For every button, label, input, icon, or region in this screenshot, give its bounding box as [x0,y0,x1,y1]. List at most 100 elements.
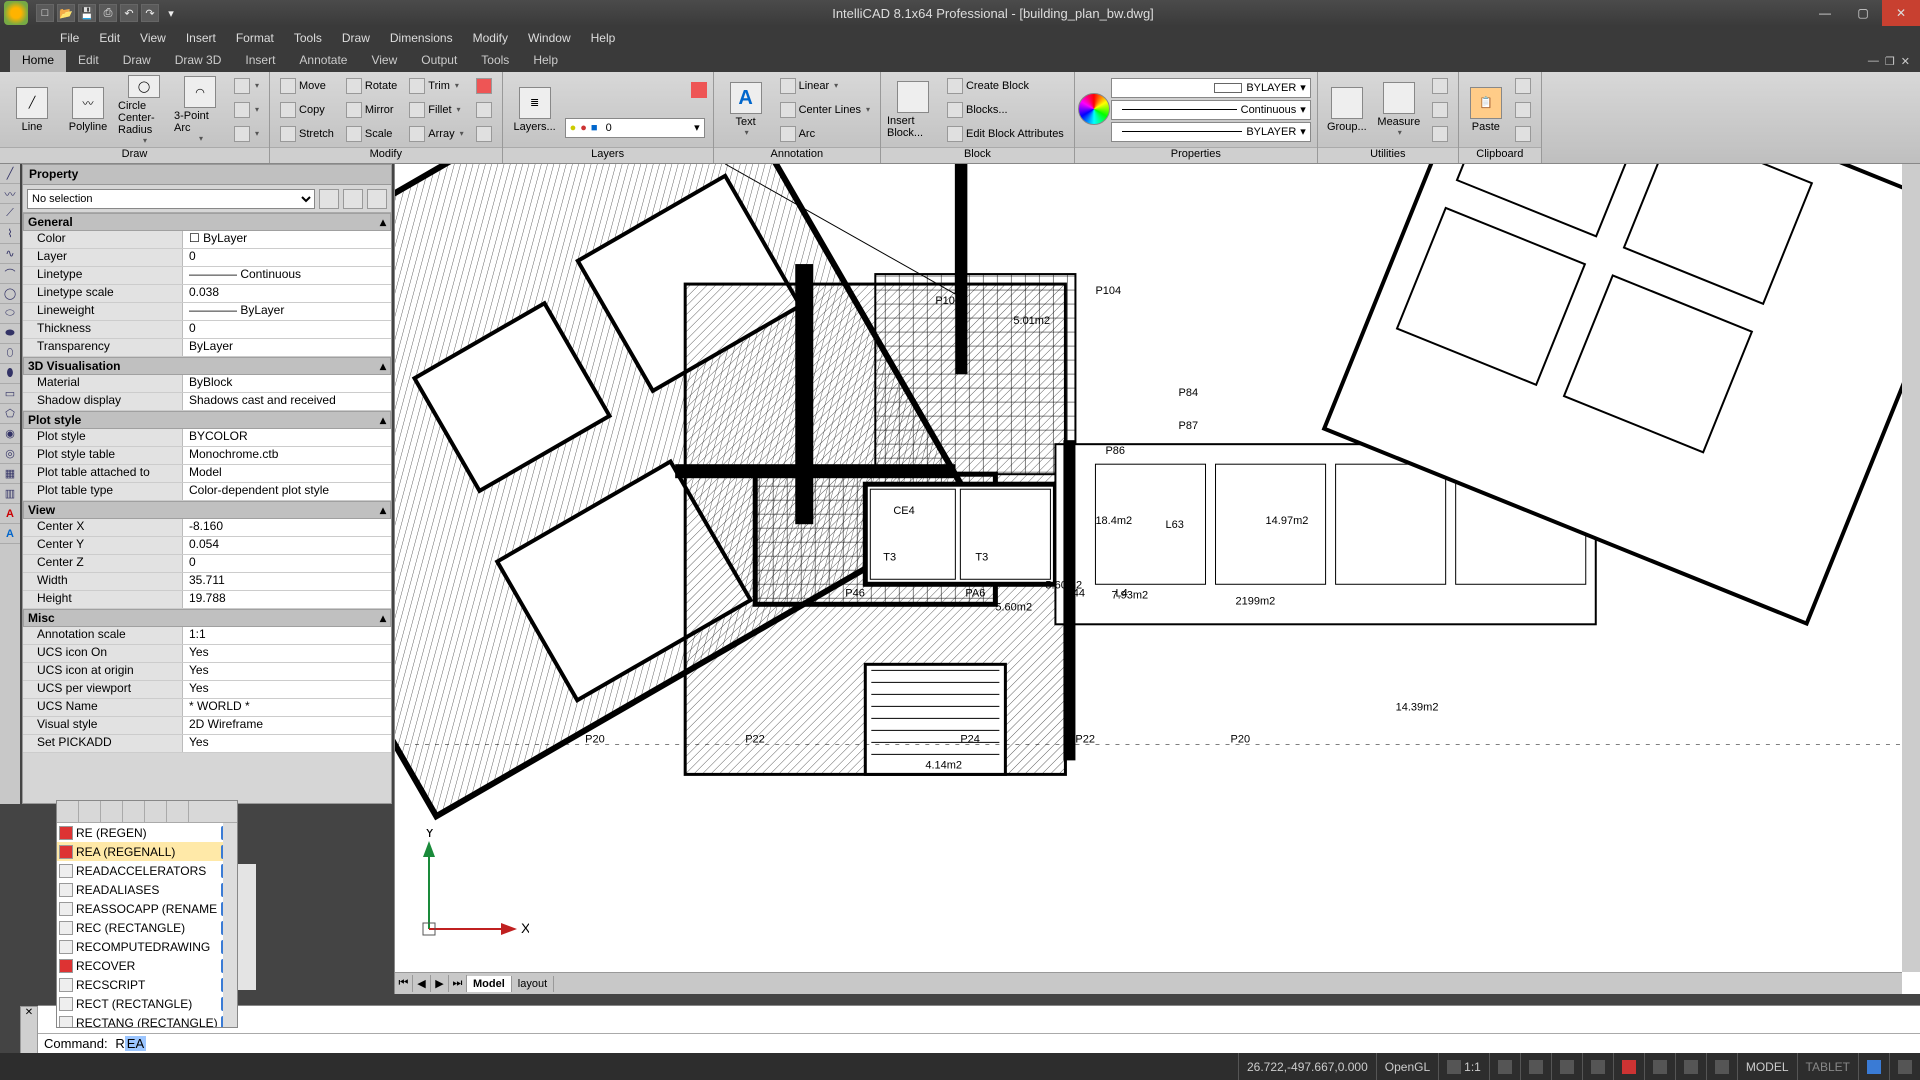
vertical-scrollbar[interactable] [1902,164,1920,972]
command-panel-close-icon[interactable]: ✕ [20,1006,38,1054]
layer-tool-icon[interactable] [601,82,617,98]
layers-button[interactable]: ≣Layers... [509,75,561,145]
property-value[interactable]: ByLayer [183,339,391,356]
menu-insert[interactable]: Insert [176,27,226,49]
maximize-button[interactable]: ▢ [1844,0,1882,26]
model-tab[interactable]: Model [467,976,512,992]
selection-dropdown[interactable]: No selection [27,189,315,209]
prop-tool-icon[interactable] [343,189,363,209]
autocomplete-item[interactable]: RECOVER? [57,956,237,975]
property-value[interactable]: Yes [183,681,391,698]
autocomplete-item[interactable]: RECTANG (RECTANGLE)? [57,1013,237,1027]
status-toggle[interactable] [1644,1053,1675,1080]
property-row[interactable]: Linetype scale0.038 [23,285,391,303]
layer-tool-icon[interactable] [637,82,653,98]
tab-home[interactable]: Home [10,50,66,72]
line-button[interactable]: ╱Line [6,75,58,145]
property-value[interactable]: BYCOLOR [183,429,391,446]
property-value[interactable]: 0 [183,249,391,266]
qat-redo-icon[interactable]: ↷ [141,4,159,22]
tool-icon[interactable]: ▥ [0,484,20,504]
property-value[interactable]: 2D Wireframe [183,717,391,734]
layout-tab[interactable]: layout [512,976,554,992]
property-row[interactable]: Center Y0.054 [23,537,391,555]
property-value[interactable]: 35.711 [183,573,391,590]
tab-tools[interactable]: Tools [469,50,521,72]
layer-tool-icon[interactable] [583,100,599,116]
property-value[interactable]: 0.054 [183,537,391,554]
util-small-2[interactable] [1428,99,1452,121]
tab-insert[interactable]: Insert [233,50,287,72]
property-section-header[interactable]: 3D Visualisation▴ [23,357,391,375]
status-toggle[interactable] [1489,1053,1520,1080]
fillet-button[interactable]: Fillet▾ [405,99,467,121]
autocomplete-item[interactable]: RECOMPUTEDRAWING? [57,937,237,956]
menu-help[interactable]: Help [581,27,626,49]
property-value[interactable]: 0 [183,555,391,572]
property-row[interactable]: Layer0 [23,249,391,267]
linetype-select[interactable]: Continuous▾ [1111,100,1311,120]
property-value[interactable]: Yes [183,663,391,680]
status-render[interactable]: OpenGL [1376,1053,1438,1080]
measure-button[interactable]: Measure▾ [1374,75,1424,145]
qat-more-icon[interactable]: ▾ [162,4,180,22]
tool-icon[interactable]: ⬮ [0,364,20,384]
property-list[interactable]: General▴Color☐ ByLayerLayer0Linetype————… [23,213,391,803]
erase-button[interactable] [472,75,496,97]
edit-block-attr-button[interactable]: Edit Block Attributes [943,123,1068,145]
tab-draw[interactable]: Draw [111,50,163,72]
trim-button[interactable]: Trim▾ [405,75,467,97]
status-toggle[interactable] [1706,1053,1737,1080]
prop-tool-icon[interactable] [367,189,387,209]
mdi-restore-icon[interactable]: ❐ [1885,55,1895,68]
ac-tool-icon[interactable] [79,801,101,823]
tool-icon[interactable]: ▭ [0,384,20,404]
create-block-button[interactable]: Create Block [943,75,1068,97]
status-model[interactable]: MODEL [1737,1053,1797,1080]
property-row[interactable]: Color☐ ByLayer [23,231,391,249]
menu-modify[interactable]: Modify [463,27,518,49]
minimize-button[interactable]: — [1806,0,1844,26]
layer-tool-icon[interactable] [565,100,581,116]
status-scale[interactable]: 1:1 [1438,1053,1489,1080]
property-row[interactable]: Height19.788 [23,591,391,609]
util-small-3[interactable] [1428,123,1452,145]
property-row[interactable]: UCS icon OnYes [23,645,391,663]
layer-tool-icon[interactable] [601,100,617,116]
drawing-canvas[interactable]: P104P108 P84P87P86 L63CE4 T3T3 P46PA6 P4… [394,164,1920,994]
property-value[interactable]: ———— ByLayer [183,303,391,320]
circle-button[interactable]: ◯Circle Center-Radius▾ [118,75,170,145]
blocks-button[interactable]: Blocks... [943,99,1068,121]
status-toggle[interactable] [1520,1053,1551,1080]
property-row[interactable]: Set PICKADDYes [23,735,391,753]
group-button[interactable]: Group... [1324,75,1370,145]
tab-view[interactable]: View [359,50,409,72]
text-button[interactable]: AText▾ [720,75,772,145]
qat-undo-icon[interactable]: ↶ [120,4,138,22]
property-row[interactable]: Plot style tableMonochrome.ctb [23,447,391,465]
property-value[interactable]: Yes [183,645,391,662]
polyline-button[interactable]: 〰Polyline [62,75,114,145]
move-button[interactable]: Move [276,75,338,97]
tool-icon[interactable]: ◉ [0,424,20,444]
paste-button[interactable]: 📋Paste [1465,75,1507,145]
tool-icon[interactable]: ⟋ [0,204,20,224]
close-button[interactable]: ✕ [1882,0,1920,26]
status-toggle[interactable] [1858,1053,1889,1080]
qat-open-icon[interactable]: 📂 [57,4,75,22]
clip-small-3[interactable] [1511,123,1535,145]
property-value[interactable]: 0.038 [183,285,391,302]
command-line[interactable]: Command: REA [38,1033,1920,1053]
tool-icon[interactable]: 〰 [0,184,20,204]
layer-tool-icon[interactable] [691,100,707,116]
tab-nav-next-icon[interactable]: ▶ [431,975,449,992]
layer-tool-icon[interactable] [619,100,635,116]
qat-new-icon[interactable]: □ [36,4,54,22]
property-row[interactable]: Plot table typeColor-dependent plot styl… [23,483,391,501]
property-row[interactable]: Shadow displayShadows cast and received [23,393,391,411]
autocomplete-item[interactable]: RECT (RECTANGLE)? [57,994,237,1013]
draw-small-3[interactable]: ▾ [230,123,263,145]
array-button[interactable]: Array▾ [405,123,467,145]
autocomplete-item[interactable]: READALIASES? [57,880,237,899]
menu-tools[interactable]: Tools [284,27,332,49]
